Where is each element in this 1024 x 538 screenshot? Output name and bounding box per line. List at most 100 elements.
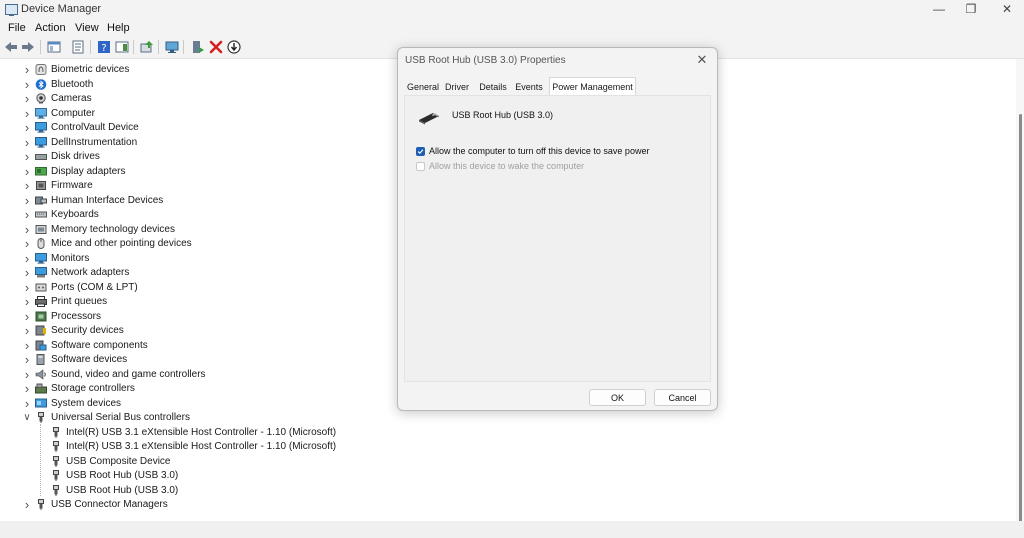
tree-category-system-devices[interactable]: › System devices <box>0 396 400 411</box>
scan-hardware-button[interactable] <box>165 40 179 54</box>
tree-category-disk-drives[interactable]: › Disk drives <box>0 150 400 164</box>
tree-category-security-devices[interactable]: › Security devices <box>0 324 400 338</box>
tree-category-ports-com-lpt[interactable]: › Ports (COM & LPT) <box>0 280 400 295</box>
tree-category-network-adapters[interactable]: › Network adapters <box>0 266 400 280</box>
back-button[interactable] <box>4 40 18 54</box>
chevron-right-icon[interactable]: › <box>23 222 31 237</box>
vertical-scrollbar[interactable] <box>1016 59 1024 529</box>
chevron-right-icon[interactable]: › <box>23 309 31 324</box>
ok-button[interactable]: OK <box>589 389 646 406</box>
tab-details[interactable]: Details <box>476 79 510 95</box>
memory-icon <box>35 224 47 235</box>
download-button[interactable] <box>227 40 241 54</box>
allow-wake-checkbox[interactable] <box>416 162 425 171</box>
chevron-right-icon[interactable]: › <box>23 164 31 179</box>
tree-category-firmware[interactable]: › Firmware <box>0 179 400 193</box>
menu-file[interactable]: File <box>8 22 26 34</box>
chevron-right-icon[interactable]: › <box>23 498 31 512</box>
horizontal-scrollbar[interactable] <box>0 521 1024 538</box>
tree-category-usb-connector-managers[interactable]: › USB Connector Managers <box>0 498 400 512</box>
tree-device-item[interactable]: USB Composite Device <box>0 455 420 469</box>
tree-device-item[interactable]: Intel(R) USB 3.1 eXtensible Host Control… <box>0 426 420 440</box>
uninstall-device-button[interactable] <box>209 40 223 54</box>
tree-category-software-devices[interactable]: › Software devices <box>0 353 400 367</box>
menu-view[interactable]: View <box>75 22 99 34</box>
show-hide-console-tree-button[interactable] <box>47 40 61 54</box>
tree-category-processors[interactable]: › Processors <box>0 309 400 324</box>
chevron-right-icon[interactable]: › <box>23 338 31 353</box>
tree-category-label: Network adapters <box>51 267 130 278</box>
dialog-close-button[interactable]: ✕ <box>695 52 709 68</box>
enable-device-button[interactable] <box>191 40 205 54</box>
tree-category-monitors[interactable]: › Monitors <box>0 251 400 266</box>
menu-help[interactable]: Help <box>107 22 130 34</box>
chevron-right-icon[interactable]: › <box>23 295 31 309</box>
chevron-right-icon[interactable]: › <box>23 135 31 150</box>
tree-device-item[interactable]: USB Root Hub (USB 3.0) <box>0 484 420 498</box>
scrollbar-thumb[interactable] <box>1019 114 1022 529</box>
chevron-right-icon[interactable]: › <box>23 106 31 121</box>
chevron-right-icon[interactable]: › <box>23 150 31 164</box>
tree-category-cameras[interactable]: › Cameras <box>0 92 400 106</box>
tree-category-label: ControlVault Device <box>51 122 139 133</box>
chevron-right-icon[interactable]: › <box>23 208 31 222</box>
chevron-right-icon[interactable]: › <box>23 237 31 251</box>
tree-category-controlvault-device[interactable]: › ControlVault Device <box>0 121 400 135</box>
chevron-right-icon[interactable]: › <box>23 63 31 77</box>
chevron-down-icon[interactable]: ∨ <box>23 411 31 425</box>
chevron-right-icon[interactable]: › <box>23 396 31 411</box>
chevron-right-icon[interactable]: › <box>23 193 31 208</box>
properties-button[interactable] <box>71 40 85 54</box>
tree-category-memory-technology-devices[interactable]: › Memory technology devices <box>0 222 400 237</box>
tree-category-keyboards[interactable]: › Keyboards <box>0 208 400 222</box>
minimize-button[interactable]: — <box>922 0 956 20</box>
tab-power-management[interactable]: Power Management <box>549 77 636 96</box>
chevron-right-icon[interactable]: › <box>23 266 31 280</box>
tree-category-storage-controllers[interactable]: › Storage controllers <box>0 382 400 396</box>
chevron-right-icon[interactable]: › <box>23 280 31 295</box>
chevron-right-icon[interactable]: › <box>23 92 31 106</box>
chevron-right-icon[interactable]: › <box>23 353 31 367</box>
tree-device-item[interactable]: USB Root Hub (USB 3.0) <box>0 469 420 483</box>
tree-category-label: System devices <box>51 397 122 409</box>
chevron-right-icon[interactable]: › <box>23 251 31 266</box>
tree-category-bluetooth[interactable]: › Bluetooth <box>0 77 400 92</box>
chevron-right-icon[interactable]: › <box>23 367 31 382</box>
tree-category-print-queues[interactable]: › Print queues <box>0 295 400 309</box>
tree-category-software-components[interactable]: › Software components <box>0 338 400 353</box>
tree-category-sound-video-and-game-controllers[interactable]: › Sound, video and game controllers <box>0 367 400 382</box>
usb-icon <box>50 470 62 481</box>
tab-general[interactable]: General <box>406 79 440 95</box>
allow-turn-off-label: Allow the computer to turn off this devi… <box>429 146 650 156</box>
tree-category-dellinstrumentation[interactable]: › DellInstrumentation <box>0 135 400 150</box>
close-button[interactable]: ✕ <box>990 0 1024 20</box>
tree-category-display-adapters[interactable]: › Display adapters <box>0 164 400 179</box>
chevron-right-icon[interactable]: › <box>23 121 31 135</box>
tab-events[interactable]: Events <box>512 79 546 95</box>
update-driver-button[interactable] <box>140 40 154 54</box>
enable-device-icon <box>193 41 204 53</box>
toolbar-separator <box>40 40 41 54</box>
chevron-right-icon[interactable]: › <box>23 382 31 396</box>
forward-button[interactable] <box>21 40 35 54</box>
processor-icon <box>35 311 47 322</box>
tree-category-mice-and-other-pointing-devices[interactable]: › Mice and other pointing devices <box>0 237 400 251</box>
tree-device-item[interactable]: Intel(R) USB 3.1 eXtensible Host Control… <box>0 440 420 454</box>
usb-icon <box>50 441 62 452</box>
allow-turn-off-checkbox[interactable] <box>416 147 425 156</box>
chevron-right-icon[interactable]: › <box>23 77 31 92</box>
tree-category-biometric-devices[interactable]: › Biometric devices <box>0 63 400 77</box>
tree-category-human-interface-devices[interactable]: › Human Interface Devices <box>0 193 400 208</box>
help-button[interactable]: ? <box>97 40 111 54</box>
restore-button[interactable]: ❐ <box>954 0 988 20</box>
tab-driver[interactable]: Driver <box>442 79 472 95</box>
menu-action[interactable]: Action <box>35 22 66 34</box>
action-pane-button[interactable] <box>115 40 129 54</box>
tree-category-universal-serial-bus-controllers[interactable]: ∨ Universal Serial Bus controllers <box>0 411 400 425</box>
tree-category-computer[interactable]: › Computer <box>0 106 400 121</box>
chevron-right-icon[interactable]: › <box>23 179 31 193</box>
chevron-right-icon[interactable]: › <box>23 324 31 338</box>
uninstall-device-icon <box>209 40 223 54</box>
title-bar: Device Manager — ❐ ✕ <box>0 0 1024 20</box>
cancel-button[interactable]: Cancel <box>654 389 711 406</box>
